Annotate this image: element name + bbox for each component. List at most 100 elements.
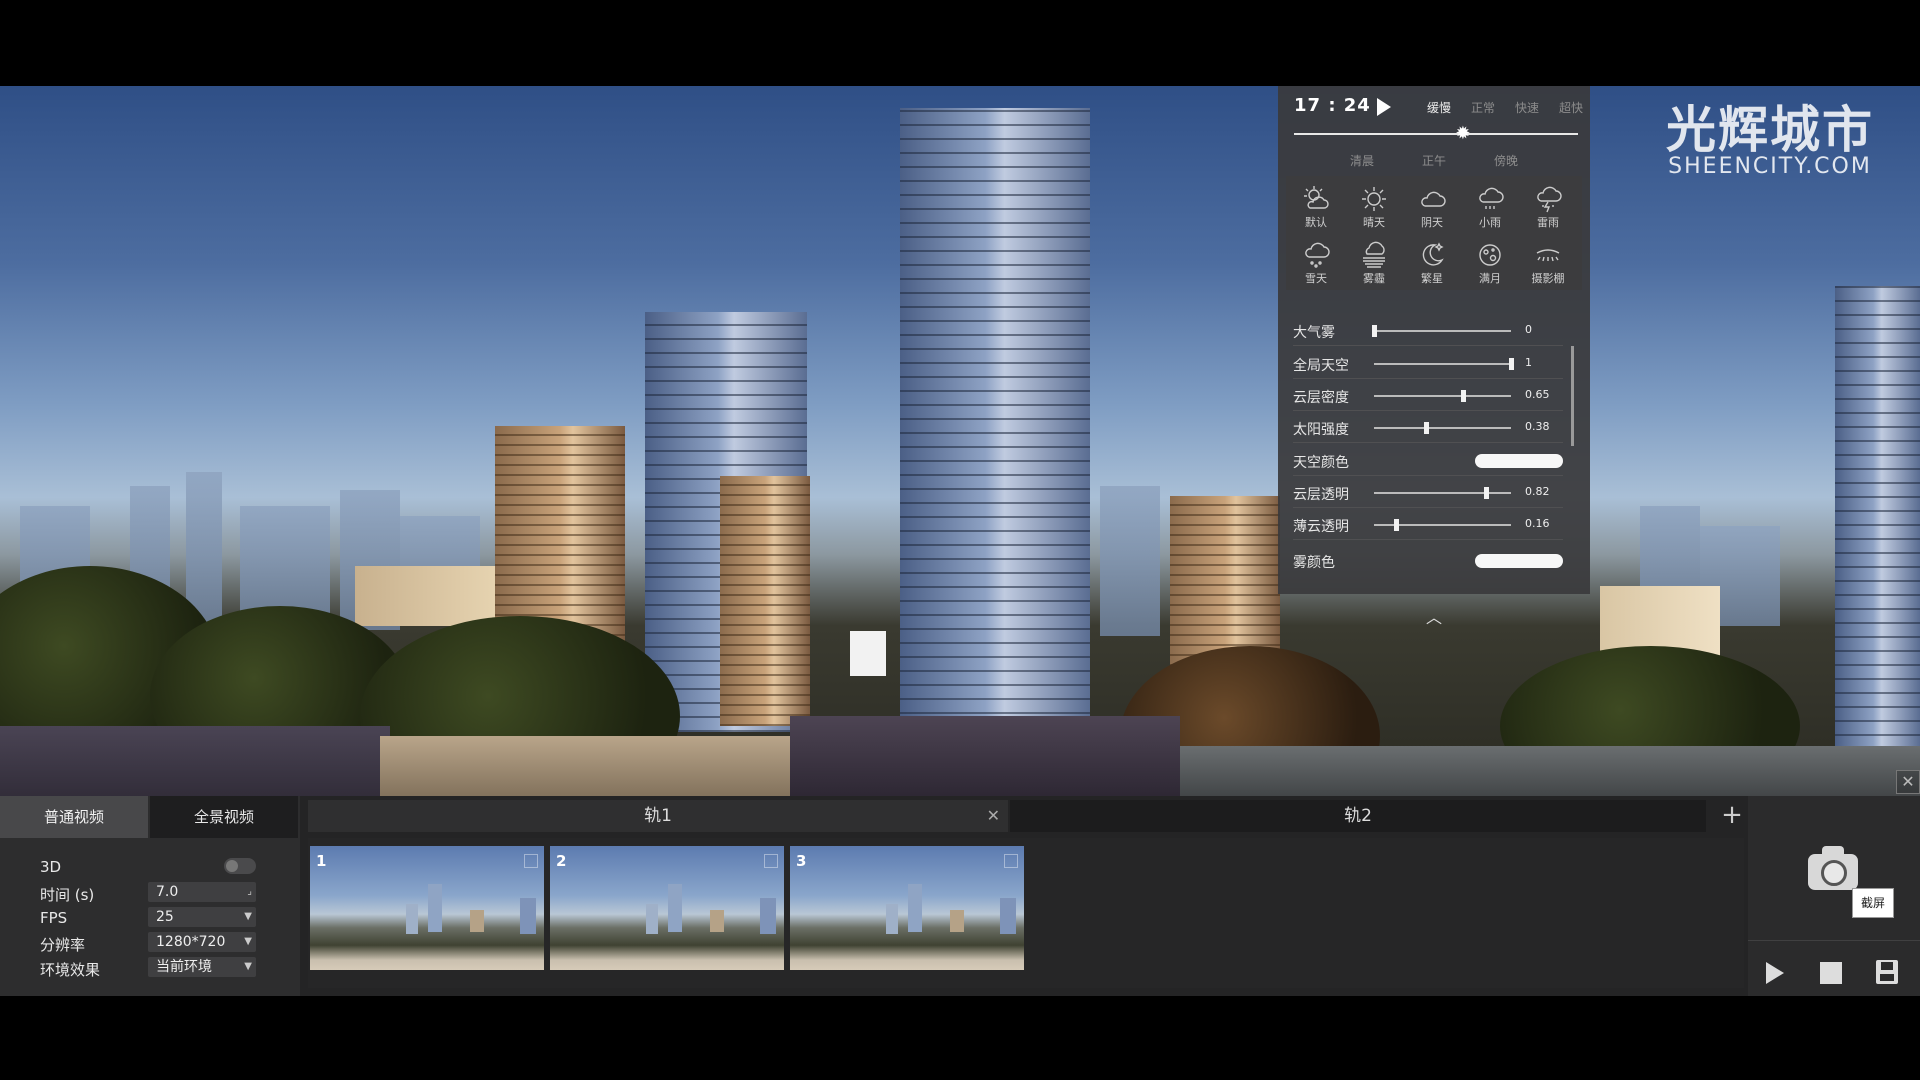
speed-normal[interactable]: 正常 (1471, 99, 1495, 116)
full-moon-icon (1462, 240, 1518, 272)
time-input[interactable]: 7.0 ⌟ (148, 882, 256, 902)
weather-full-moon[interactable]: 满月 (1462, 234, 1518, 290)
sun-handle-icon[interactable]: ✹ (1455, 125, 1473, 143)
param-value: 0.65 (1525, 388, 1550, 401)
slider-handle[interactable] (1461, 390, 1467, 402)
color-swatch[interactable] (1475, 454, 1563, 468)
param-slider[interactable] (1374, 358, 1514, 370)
road (1180, 746, 1920, 796)
studio-light-icon (1520, 240, 1576, 272)
param-slider[interactable] (1374, 422, 1511, 434)
weather-label: 雪天 (1305, 272, 1327, 285)
add-track-icon[interactable]: + (1720, 800, 1744, 832)
weather-thunderstorm[interactable]: 雷雨 (1520, 178, 1576, 234)
param-row: 云层透明 0.82 (1293, 481, 1573, 503)
stop-icon[interactable] (1812, 954, 1848, 990)
divider (1293, 475, 1563, 476)
delete-keyframe-icon[interactable] (524, 854, 538, 868)
watermark-cn: 光辉城市 (1666, 101, 1874, 159)
param-slider[interactable] (1374, 519, 1511, 531)
delete-keyframe-icon[interactable] (1004, 854, 1018, 868)
weather-sun[interactable]: 晴天 (1346, 178, 1402, 234)
resolution-select-value: 1280*720 (156, 934, 226, 950)
fps-select-value: 25 (156, 909, 174, 925)
close-icon[interactable]: ✕ (1896, 770, 1920, 794)
param-value: 0.16 (1525, 517, 1550, 530)
weather-cloud[interactable]: 阴天 (1404, 178, 1460, 234)
camera-icon[interactable] (1808, 846, 1860, 890)
scene-viewport[interactable]: 光辉城市 SHEENCITY.COM (0, 86, 1920, 796)
3d-toggle[interactable] (224, 858, 256, 874)
environment-select-value: 当前环境 (156, 959, 212, 975)
close-icon[interactable]: ✕ (987, 800, 1000, 832)
param-slider[interactable] (1374, 487, 1511, 499)
weather-starry-moon[interactable]: 繁星 (1404, 234, 1460, 290)
light-rain-icon (1462, 184, 1518, 216)
environment-panel: 17 : 24 缓慢 正常 快速 超快 ✹ 清晨 正午 傍晚 默认 晴天 阴天 小雨 雷… (1278, 86, 1590, 594)
tab-normal-video[interactable]: 普通视频 (0, 796, 148, 838)
label-evening: 傍晚 (1494, 154, 1519, 168)
cloud-icon (1404, 184, 1460, 216)
play-icon[interactable] (1756, 954, 1792, 990)
roof (380, 736, 800, 796)
param-label: 全局天空 (1293, 358, 1349, 374)
time-of-day-slider[interactable] (1294, 133, 1578, 135)
video-settings: 普通视频 全景视频 3D 时间 (s) 7.0 ⌟ FPS 25 ▼ 分辨率 1… (0, 796, 300, 996)
weather-label: 繁星 (1421, 272, 1443, 285)
weather-snow[interactable]: 雪天 (1288, 234, 1344, 290)
slider-handle[interactable] (1372, 325, 1377, 337)
keyframe-thumbnail[interactable]: 3 (790, 846, 1024, 970)
time-input-value: 7.0 (156, 884, 179, 900)
panel-scrollbar[interactable] (1571, 346, 1574, 446)
sun-cloud-icon (1288, 184, 1344, 216)
tab-track-1[interactable]: 轨1 ✕ (308, 800, 1008, 832)
keyframe-number: 3 (796, 852, 807, 870)
keyframe-thumbnail[interactable]: 1 (310, 846, 544, 970)
divider (1293, 345, 1563, 346)
weather-light-rain[interactable]: 小雨 (1462, 178, 1518, 234)
param-row: 云层密度 0.65 (1293, 384, 1573, 406)
weather-studio-light[interactable]: 摄影棚 (1520, 234, 1576, 290)
watermark-en: SHEENCITY.COM (1668, 154, 1872, 179)
param-slider[interactable] (1374, 390, 1511, 402)
slider-handle[interactable] (1393, 519, 1399, 531)
speed-fast[interactable]: 快速 (1515, 99, 1539, 116)
fps-select[interactable]: 25 ▼ (148, 907, 256, 927)
save-icon[interactable] (1868, 954, 1904, 990)
prop-environment-label: 环境效果 (40, 961, 101, 979)
weather-presets: 默认 晴天 阴天 小雨 雷雨雪天 雾霾 繁星 满月 摄影棚 (1286, 176, 1582, 290)
prop-3d: 3D (40, 856, 260, 878)
environment-select[interactable]: 当前环境 ▼ (148, 957, 256, 977)
prop-resolution: 分辨率 1280*720 ▼ (40, 932, 260, 954)
right-glass-tower (1835, 286, 1920, 796)
label-morning: 清晨 (1350, 154, 1375, 168)
speed-slow[interactable]: 缓慢 (1427, 99, 1451, 116)
param-row: 薄云透明 0.16 (1293, 513, 1573, 535)
param-label: 天空颜色 (1293, 455, 1349, 471)
delete-keyframe-icon[interactable] (764, 854, 778, 868)
tall-glass-tower (900, 108, 1090, 728)
collapse-panel-icon[interactable]: ︿ (1423, 604, 1445, 627)
speed-very-fast[interactable]: 超快 (1559, 99, 1583, 116)
keyframe-thumbnail[interactable]: 2 (550, 846, 784, 970)
prop-time: 时间 (s) 7.0 ⌟ (40, 882, 260, 904)
slider-handle[interactable] (1424, 422, 1430, 434)
warm-podium-building (720, 476, 810, 726)
resize-icon: ⌟ (247, 886, 252, 897)
track-editor: 轨1 ✕ 轨2 + 1 2 3 (300, 796, 1748, 996)
video-editor: 普通视频 全景视频 3D 时间 (s) 7.0 ⌟ FPS 25 ▼ 分辨率 1… (0, 770, 1920, 996)
weather-label: 满月 (1479, 272, 1501, 285)
tab-panorama-video[interactable]: 全景视频 (150, 796, 298, 838)
tab-track-2[interactable]: 轨2 (1010, 800, 1706, 832)
play-time-icon[interactable] (1377, 98, 1391, 116)
param-label: 大气雾 (1293, 325, 1335, 341)
weather-fog[interactable]: 雾霾 (1346, 234, 1402, 290)
weather-sun-cloud[interactable]: 默认 (1288, 178, 1344, 234)
dropdown-icon: ▼ (244, 911, 252, 922)
color-swatch[interactable] (1475, 554, 1563, 568)
prop-fps: FPS 25 ▼ (40, 907, 260, 929)
slider-handle[interactable] (1484, 487, 1490, 499)
resolution-select[interactable]: 1280*720 ▼ (148, 932, 256, 952)
param-slider[interactable] (1372, 325, 1511, 337)
slider-handle[interactable] (1509, 358, 1514, 370)
